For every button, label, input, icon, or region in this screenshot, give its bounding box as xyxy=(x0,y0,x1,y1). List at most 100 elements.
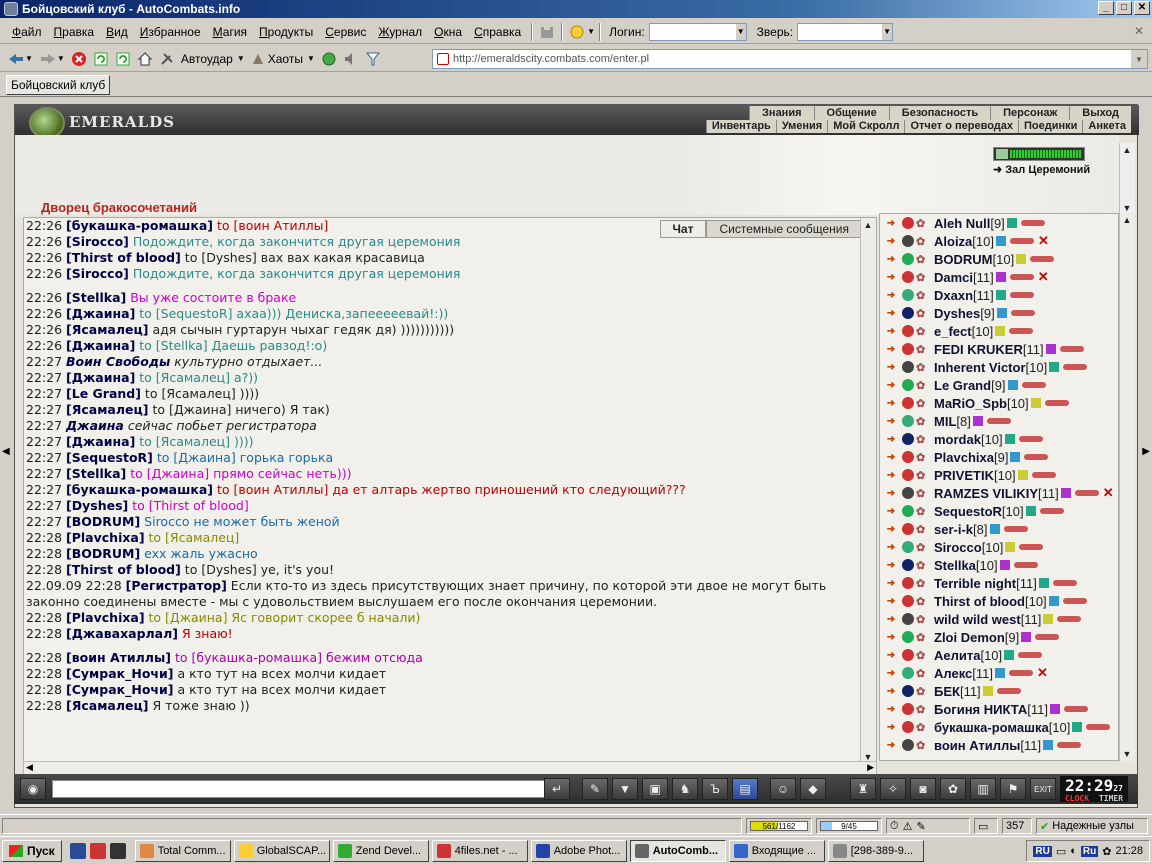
menu-windows[interactable]: Окна xyxy=(428,25,468,39)
chat-time[interactable]: 22:26 xyxy=(26,306,62,321)
info-icon[interactable] xyxy=(999,560,1010,570)
private-arrow-icon[interactable]: ➜ xyxy=(880,308,902,319)
user-name[interactable]: БЕК xyxy=(934,684,960,699)
fighter-icon[interactable]: ♞ xyxy=(672,778,698,800)
clan-icon[interactable] xyxy=(902,433,914,445)
chat-nick[interactable]: [Регистратор] xyxy=(126,578,227,593)
info-icon[interactable] xyxy=(1010,452,1021,462)
user-row[interactable]: ➜ ✿ Damci [11] ✕ xyxy=(880,268,1118,286)
nav-transfer-report[interactable]: Отчет о переводах xyxy=(904,120,1018,133)
quicklaunch-opera-icon[interactable] xyxy=(89,842,106,859)
user-name[interactable]: SequestoR xyxy=(934,504,1002,519)
taskbar-button[interactable]: AutoComb... xyxy=(629,839,726,862)
close-button[interactable]: ✕ xyxy=(1134,1,1150,15)
info-icon[interactable] xyxy=(1007,380,1018,390)
filter-icon[interactable]: ▼ xyxy=(612,778,638,800)
user-name[interactable]: Zloi Demon xyxy=(934,630,1005,645)
menu-favorites[interactable]: Избранное xyxy=(134,25,207,39)
user-row[interactable]: ➜ ✿ RAMZES VILIKIY [11] ✕ xyxy=(880,484,1118,502)
chat-nick[interactable]: [Le Grand] xyxy=(66,386,141,401)
scroll-up-icon[interactable]: ▲ xyxy=(1120,213,1134,227)
private-arrow-icon[interactable]: ➜ xyxy=(880,254,902,265)
autoudar-button[interactable]: Автоудар ▼ xyxy=(178,48,248,70)
chat-nick[interactable]: [Сумрак_Ночи] xyxy=(66,666,173,681)
chat-time[interactable]: 22:28 xyxy=(26,530,62,545)
user-row[interactable]: ➜ ✿ Dxaxn [11] xyxy=(880,286,1118,304)
close-menubar-icon[interactable]: ✕ xyxy=(1134,24,1144,38)
nav-skills[interactable]: Умения xyxy=(775,120,827,133)
private-arrow-icon[interactable]: ➜ xyxy=(880,704,902,715)
menu-help[interactable]: Справка xyxy=(468,25,527,39)
private-arrow-icon[interactable]: ➜ xyxy=(880,632,902,643)
clan-icon[interactable] xyxy=(902,685,914,697)
gem-icon[interactable] xyxy=(318,48,340,70)
lang-indicator[interactable]: RU xyxy=(1033,845,1052,857)
chat-time[interactable]: 22.09.09 22:28 xyxy=(26,578,122,593)
chat-time[interactable]: 22:27 xyxy=(26,450,62,465)
user-row[interactable]: ➜ ✿ Terrible night [11] xyxy=(880,574,1118,592)
chat-nick[interactable]: [Sirocco] xyxy=(66,234,129,249)
private-arrow-icon[interactable]: ➜ xyxy=(880,344,902,355)
info-icon[interactable] xyxy=(989,524,1000,534)
clan-icon[interactable] xyxy=(902,253,914,265)
clan-icon[interactable] xyxy=(902,667,914,679)
info-icon[interactable] xyxy=(1049,704,1060,714)
user-row[interactable]: ➜ ✿ PRIVETIK [10] xyxy=(880,466,1118,484)
user-row[interactable]: ➜ ✿ Le Grand [9] xyxy=(880,376,1118,394)
chat-scrollbar[interactable]: ▲ ▼ xyxy=(860,218,876,762)
nav-my-scroll[interactable]: Мой Скролл xyxy=(827,120,904,133)
user-row[interactable]: ➜ ✿ Aloiza [10] ✕ xyxy=(880,232,1118,250)
clan-icon[interactable] xyxy=(902,613,914,625)
user-row[interactable]: ➜ ✿ ser-i-k [8] xyxy=(880,520,1118,538)
chat-nick[interactable]: Воин Свободы xyxy=(66,354,170,369)
user-name[interactable]: Inherent Victor xyxy=(934,360,1026,375)
clock-icon[interactable]: ⏱ xyxy=(890,820,899,833)
private-arrow-icon[interactable]: ➜ xyxy=(880,218,902,229)
user-row[interactable]: ➜ ✿ Богиня НИКТА [11] xyxy=(880,700,1118,718)
room-link[interactable]: ➜ Зал Церемоний xyxy=(993,163,1093,176)
clan-icon[interactable] xyxy=(902,451,914,463)
user-row[interactable]: ➜ ✿ Sirocco [10] xyxy=(880,538,1118,556)
beast-select[interactable]: ▼ xyxy=(797,22,894,41)
private-arrow-icon[interactable]: ➜ xyxy=(880,560,902,571)
private-arrow-icon[interactable]: ➜ xyxy=(880,380,902,391)
home-icon[interactable] xyxy=(134,48,156,70)
taskbar-button[interactable]: Total Comm... xyxy=(134,839,231,862)
chat-nick[interactable]: [Thirst of blood] xyxy=(66,562,181,577)
nav-inventory[interactable]: Инвентарь xyxy=(705,120,776,133)
user-row[interactable]: ➜ ✿ Stellka [10] xyxy=(880,556,1118,574)
tray-icon[interactable]: ✿ xyxy=(1102,845,1111,858)
bag-icon[interactable]: ◙ xyxy=(910,778,936,800)
user-row[interactable]: ➜ ✿ BODRUM [10] xyxy=(880,250,1118,268)
info-icon[interactable] xyxy=(995,272,1006,282)
info-icon[interactable] xyxy=(995,668,1005,678)
send-icon[interactable]: ↵ xyxy=(544,778,570,800)
user-name[interactable]: Terrible night xyxy=(934,576,1016,591)
chat-nick[interactable]: [Джавахарлал] xyxy=(66,626,178,641)
clan-icon[interactable] xyxy=(902,325,914,337)
address-url[interactable]: http://emeraldscity.combats.com/enter.pl xyxy=(453,53,649,65)
clan-icon[interactable] xyxy=(902,379,914,391)
clan-icon[interactable] xyxy=(902,271,914,283)
info-icon[interactable] xyxy=(1021,632,1032,642)
taskbar-button[interactable]: 4files.net - ... xyxy=(431,839,528,862)
monitor-icon[interactable]: ▭ xyxy=(974,818,998,834)
left-arrow-icon[interactable]: ◀ xyxy=(2,446,10,457)
user-name[interactable]: Sirocco xyxy=(934,540,982,555)
filter-icon[interactable] xyxy=(362,48,384,70)
chat-time[interactable]: 22:26 xyxy=(26,338,62,353)
clan-icon[interactable] xyxy=(902,343,914,355)
pencil-icon[interactable]: ✎ xyxy=(916,820,925,833)
info-icon[interactable] xyxy=(1072,722,1083,732)
quicklaunch-desktop-icon[interactable] xyxy=(109,842,126,859)
chat-nick[interactable]: [BODRUM] xyxy=(66,546,140,561)
user-name[interactable]: MIL xyxy=(934,414,956,429)
user-name[interactable]: Богиня НИКТА xyxy=(934,702,1027,717)
tab-chat[interactable]: Чат xyxy=(659,220,707,238)
sound-icon[interactable] xyxy=(340,48,362,70)
chat-time[interactable]: 22:27 xyxy=(26,514,62,529)
castle-icon[interactable] xyxy=(537,23,557,41)
taskbar-button[interactable]: [298-389-9... xyxy=(827,839,924,862)
private-arrow-icon[interactable]: ➜ xyxy=(880,488,902,499)
lang-indicator-2[interactable]: Ru xyxy=(1080,845,1099,857)
